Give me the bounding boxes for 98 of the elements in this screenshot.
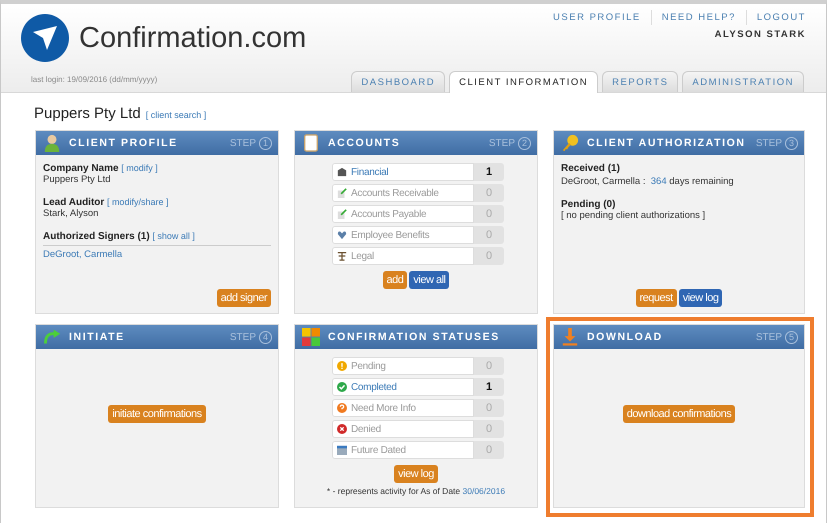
footnote-text: * - represents activity for As of Date 30/06/2016: [326, 486, 506, 496]
logo-icon: [21, 14, 69, 62]
category-label: Accounts Receivable: [351, 188, 439, 198]
document-pen-icon: [337, 188, 347, 198]
download-icon: [561, 328, 579, 346]
pending-heading: Pending (0): [561, 199, 616, 210]
document-pen-icon: [337, 209, 347, 219]
exclamation-icon: [337, 361, 347, 371]
category-row[interactable]: Legal: [332, 247, 474, 265]
action-button[interactable]: initiate confirmations: [108, 405, 206, 423]
category-row[interactable]: Need More Info: [332, 399, 474, 417]
client-name: Puppers Pty Ltd: [34, 105, 141, 122]
step-label: STEP: [756, 138, 782, 148]
days-link[interactable]: 364: [650, 176, 667, 187]
category-row[interactable]: Future Dated: [332, 441, 474, 459]
field-link[interactable]: [ show all ]: [152, 231, 195, 241]
nav-link[interactable]: USER PROFILE: [543, 10, 651, 25]
nav-tab[interactable]: CLIENT INFORMATION: [449, 71, 598, 93]
step-number: 4: [259, 330, 272, 344]
client-search-link[interactable]: [ client search ]: [146, 110, 206, 120]
date-link[interactable]: 30/06/2016: [462, 486, 506, 496]
step-label: STEP: [230, 332, 256, 342]
step-label: STEP: [756, 332, 782, 342]
count-cell: 0: [474, 420, 504, 438]
check-icon: [337, 382, 347, 392]
count-cell: 0: [474, 205, 504, 223]
panel-button[interactable]: view log: [394, 465, 438, 483]
field-value: Puppers Pty Ltd: [43, 174, 112, 185]
nav-link[interactable]: NEED HELP?: [650, 10, 746, 25]
step-label: STEP: [488, 138, 515, 148]
category-label: Employee Benefits: [351, 230, 430, 240]
count-cell: 0: [474, 226, 504, 244]
category-row[interactable]: Employee Benefits: [332, 226, 474, 244]
category-row[interactable]: Completed: [332, 378, 474, 396]
panel-button[interactable]: view log: [678, 289, 722, 307]
field-label: Lead Auditor: [43, 197, 104, 208]
question-icon: [337, 403, 347, 413]
nav-tab[interactable]: REPORTS: [602, 71, 678, 92]
key-icon: [561, 134, 579, 152]
last-login-text: last login: 19/09/2016 (dd/mm/yyyy): [31, 75, 158, 84]
count-cell: 1: [474, 163, 504, 181]
heart-icon: [337, 230, 347, 240]
panel-button[interactable]: add signer: [216, 289, 271, 307]
category-row[interactable]: Financial: [332, 163, 474, 181]
category-row[interactable]: Accounts Payable: [332, 205, 474, 223]
category-row[interactable]: Denied: [332, 420, 474, 438]
step-number: 5: [785, 330, 798, 344]
count-cell: 0: [474, 184, 504, 202]
category-label: Financial: [351, 166, 388, 178]
panel-title: CLIENT PROFILE: [69, 137, 179, 149]
field-link[interactable]: [ modify/share ]: [106, 197, 168, 207]
category-label: Need More Info: [351, 402, 416, 414]
nav-link[interactable]: LOGOUT: [746, 10, 806, 25]
category-label: Future Dated: [351, 444, 406, 456]
logo-text: Confirmation.com: [79, 22, 306, 54]
panel-title: INITIATE: [69, 331, 126, 343]
count-cell: 0: [474, 357, 504, 375]
panel-title: DOWNLOAD: [587, 331, 664, 343]
panel-title: CLIENT AUTHORIZATION: [587, 137, 747, 149]
received-entry: DeGroot, Carmella : 364 days remaining: [561, 176, 735, 187]
field-value: Stark, Alyson: [43, 208, 100, 219]
panel-button[interactable]: add: [382, 271, 408, 289]
user-name: ALYSON STARK: [714, 29, 806, 40]
step-label: STEP: [230, 138, 256, 148]
count-cell: 0: [474, 399, 504, 417]
category-label: Legal: [351, 250, 374, 262]
count-cell: 1: [474, 378, 504, 396]
person-icon: [43, 134, 61, 152]
step-number: 2: [518, 136, 531, 150]
panel-button[interactable]: view all: [409, 271, 450, 289]
received-heading: Received (1): [561, 163, 621, 174]
notebook-icon: [302, 134, 320, 152]
field-label: Authorized Signers (1): [43, 231, 150, 242]
nav-tab[interactable]: DASHBOARD: [351, 71, 446, 92]
category-row[interactable]: Accounts Receivable: [332, 184, 474, 202]
panel-button[interactable]: request: [636, 289, 677, 307]
field-label: Company Name: [43, 163, 119, 174]
category-label: Completed: [351, 382, 397, 392]
color-grid-icon: [302, 328, 320, 346]
signer-link[interactable]: DeGroot, Carmella: [43, 249, 271, 260]
building-icon: [337, 167, 347, 177]
step-number: 3: [785, 136, 798, 150]
action-button[interactable]: download confirmations: [622, 405, 736, 423]
category-label: Denied: [351, 424, 381, 434]
nav-tab[interactable]: ADMINISTRATION: [682, 71, 804, 92]
x-circle-icon: [337, 424, 347, 434]
pending-text: [ no pending client authorizations ]: [561, 210, 706, 221]
curved-arrow-icon: [43, 328, 61, 346]
calendar-icon: [337, 445, 347, 455]
count-cell: 0: [474, 247, 504, 265]
count-cell: 0: [474, 441, 504, 459]
category-label: Pending: [351, 360, 386, 372]
category-label: Accounts Payable: [351, 208, 426, 220]
panel-title: ACCOUNTS: [328, 137, 402, 149]
category-row[interactable]: Pending: [332, 357, 474, 375]
field-link[interactable]: [ modify ]: [121, 163, 158, 173]
step-number: 1: [259, 136, 272, 150]
panel-title: CONFIRMATION STATUSES: [328, 331, 501, 343]
